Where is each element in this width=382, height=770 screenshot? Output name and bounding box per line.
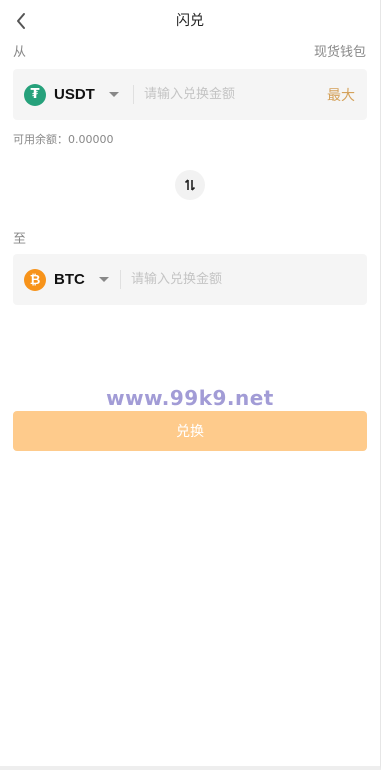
available-balance: 可用余额：0.00000 xyxy=(13,133,114,146)
wallet-selector[interactable]: 现货钱包 xyxy=(314,41,366,60)
divider xyxy=(133,85,134,104)
from-amount-input[interactable] xyxy=(144,69,309,120)
caret-down-icon xyxy=(98,277,109,282)
to-amount-input[interactable] xyxy=(131,254,331,305)
from-coin-selector[interactable]: ₮ USDT xyxy=(13,69,119,120)
to-label: 至 xyxy=(13,232,27,247)
from-panel: ₮ USDT 最大 xyxy=(13,69,367,120)
divider xyxy=(120,270,121,289)
watermark: www.99k9.net xyxy=(106,386,274,410)
exchange-button[interactable]: 兑换 xyxy=(13,411,367,451)
from-coin-name: USDT xyxy=(54,86,95,103)
to-coin-name: BTC xyxy=(54,271,85,288)
to-coin-selector[interactable]: ₿ BTC xyxy=(13,254,109,305)
page-title: 闪兑 xyxy=(176,13,204,29)
switch-direction-button[interactable] xyxy=(175,170,205,200)
caret-down-icon xyxy=(108,92,119,97)
swap-arrows-icon xyxy=(184,179,196,191)
exchange-page: 闪兑 从 现货钱包 ₮ USDT 最大 可用余额：0.00000 至 ₿ BTC… xyxy=(0,0,381,770)
max-button[interactable]: 最大 xyxy=(327,85,355,105)
bitcoin-icon: ₿ xyxy=(24,268,46,291)
from-label: 从 xyxy=(13,45,27,60)
to-panel: ₿ BTC xyxy=(13,254,367,305)
tether-icon: ₮ xyxy=(24,83,46,106)
